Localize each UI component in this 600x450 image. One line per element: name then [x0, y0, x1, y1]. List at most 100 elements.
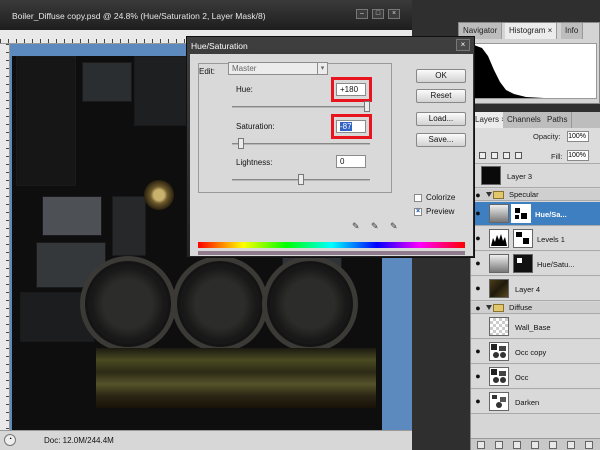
- edit-channel-select[interactable]: Master ▾: [228, 62, 328, 75]
- adjustment-thumbnail: [489, 254, 509, 273]
- edit-label: Edit:: [199, 67, 216, 76]
- fill-field[interactable]: 100%: [567, 150, 589, 161]
- chevron-down-icon[interactable]: ▾: [317, 63, 327, 74]
- preview-label: Preview: [426, 207, 455, 216]
- layer-name: Layer 3: [507, 172, 533, 181]
- tab-paths[interactable]: Paths: [543, 112, 573, 128]
- visibility-eye-icon[interactable]: ●: [473, 396, 483, 406]
- lock-all-icon[interactable]: [515, 152, 522, 159]
- lightness-slider-thumb[interactable]: [298, 174, 304, 185]
- document-size[interactable]: Doc: 12.0M/244.4M: [44, 436, 114, 445]
- load-button[interactable]: Load...: [416, 112, 466, 126]
- minimize-icon[interactable]: –: [356, 9, 368, 19]
- visibility-eye-icon[interactable]: ●: [473, 283, 483, 293]
- layer-row-selected[interactable]: ● Hue/Sa...: [471, 202, 600, 226]
- layer-thumbnail: [489, 279, 509, 298]
- layer-group-row[interactable]: ● Specular: [471, 189, 600, 201]
- hue-slider-thumb[interactable]: [364, 101, 370, 112]
- expand-triangle-icon[interactable]: [486, 305, 492, 310]
- adjustment-thumbnail: [489, 204, 509, 223]
- visibility-eye-icon[interactable]: ●: [473, 303, 483, 313]
- layer-name: Diffuse: [509, 303, 533, 312]
- trash-icon[interactable]: [585, 441, 593, 449]
- layer-row[interactable]: Wall_Base: [471, 315, 600, 339]
- layer-row[interactable]: ● Layer 4: [471, 277, 600, 301]
- layer-thumbnail: [481, 166, 501, 185]
- hue-slider[interactable]: [232, 101, 370, 112]
- dialog-title: Hue/Saturation: [191, 41, 248, 51]
- layers-options: Opacity: 100% Fill: 100%: [471, 128, 600, 164]
- layer-mask-thumbnail: [511, 204, 531, 223]
- layer-group-row[interactable]: ● Diffuse: [471, 302, 600, 314]
- hue-saturation-dialog: Hue/Saturation × Edit: Master ▾ Hue: +18…: [186, 36, 475, 258]
- layers-panel: Layers × Channels Paths Opacity: 100% Fi…: [470, 112, 600, 450]
- eyedropper-icon[interactable]: ✎: [352, 221, 362, 231]
- hue-highlight-box: [331, 77, 372, 102]
- layer-row[interactable]: Layer 3: [471, 164, 600, 188]
- layer-thumbnail: [489, 392, 509, 411]
- layer-name: Specular: [509, 190, 539, 199]
- document-titlebar[interactable]: Boiler_Diffuse copy.psd @ 24.8% (Hue/Sat…: [0, 0, 412, 30]
- vertical-ruler[interactable]: [0, 44, 10, 430]
- colorize-checkbox[interactable]: [414, 194, 422, 202]
- layer-row[interactable]: ● Occ copy: [471, 340, 600, 364]
- lock-pixels-icon[interactable]: [479, 152, 486, 159]
- layer-name: Wall_Base: [515, 323, 551, 332]
- dialog-titlebar[interactable]: Hue/Saturation ×: [187, 37, 474, 53]
- layer-name: Darken: [515, 398, 540, 407]
- saturation-highlight-box: [331, 114, 372, 139]
- layer-name: Occ copy: [515, 348, 547, 357]
- visibility-eye-icon[interactable]: [473, 321, 483, 331]
- dialog-body: Edit: Master ▾ Hue: +180 Saturation: -87…: [190, 54, 473, 256]
- lock-image-icon[interactable]: [491, 152, 498, 159]
- layer-mask-thumbnail: [513, 254, 533, 273]
- layer-row[interactable]: ● Levels 1: [471, 227, 600, 251]
- zoom-icon[interactable]: ◔: [4, 434, 16, 446]
- tab-info[interactable]: Info: [561, 23, 584, 39]
- hue-spectrum-bar: [198, 242, 465, 248]
- histogram-panel: Navigator Histogram × Info: [458, 22, 600, 104]
- lock-position-icon[interactable]: [503, 152, 510, 159]
- preview-checkbox[interactable]: ×: [414, 208, 422, 216]
- saturation-slider-thumb[interactable]: [238, 138, 244, 149]
- link-icon[interactable]: [477, 441, 485, 449]
- adjustment-layer-icon[interactable]: [531, 441, 539, 449]
- expand-triangle-icon[interactable]: [486, 192, 492, 197]
- layer-thumbnail: [489, 367, 509, 386]
- layer-row[interactable]: ● Hue/Satu...: [471, 252, 600, 276]
- close-icon[interactable]: ×: [388, 9, 400, 19]
- tab-histogram[interactable]: Histogram ×: [505, 23, 558, 39]
- lightness-slider[interactable]: [232, 174, 370, 185]
- eyedropper-plus-icon[interactable]: ✎: [371, 221, 381, 231]
- maximize-icon[interactable]: □: [372, 9, 384, 19]
- ok-button[interactable]: OK: [416, 69, 466, 83]
- layers-tab-bar: Layers × Channels Paths: [471, 112, 600, 128]
- hue-label: Hue:: [236, 85, 253, 94]
- tab-channels[interactable]: Channels: [503, 112, 546, 128]
- lightness-field[interactable]: 0: [336, 155, 366, 168]
- layer-name: Layer 4: [515, 285, 541, 294]
- layer-name: Occ: [515, 373, 529, 382]
- layers-footer: [471, 438, 600, 450]
- opacity-field[interactable]: 100%: [567, 131, 589, 142]
- layer-row[interactable]: ● Occ: [471, 365, 600, 389]
- folder-icon: [493, 304, 504, 312]
- visibility-eye-icon[interactable]: ●: [473, 371, 483, 381]
- saturation-slider[interactable]: [232, 138, 370, 149]
- visibility-eye-icon[interactable]: ●: [473, 258, 483, 268]
- opacity-label: Opacity:: [533, 132, 561, 141]
- lightness-label: Lightness:: [236, 158, 273, 167]
- layer-row[interactable]: ● Darken: [471, 390, 600, 414]
- eyedropper-minus-icon[interactable]: ✎: [390, 221, 400, 231]
- gauge-icon: [144, 180, 174, 210]
- colorize-label: Colorize: [426, 193, 456, 202]
- reset-button[interactable]: Reset: [416, 89, 466, 103]
- visibility-eye-icon[interactable]: ●: [473, 346, 483, 356]
- fx-icon[interactable]: [495, 441, 503, 449]
- close-icon[interactable]: ×: [456, 39, 470, 51]
- new-layer-icon[interactable]: [567, 441, 575, 449]
- add-mask-icon[interactable]: [513, 441, 521, 449]
- save-button[interactable]: Save...: [416, 133, 466, 147]
- new-group-icon[interactable]: [549, 441, 557, 449]
- status-bar: ◔ Doc: 12.0M/244.4M: [0, 430, 412, 450]
